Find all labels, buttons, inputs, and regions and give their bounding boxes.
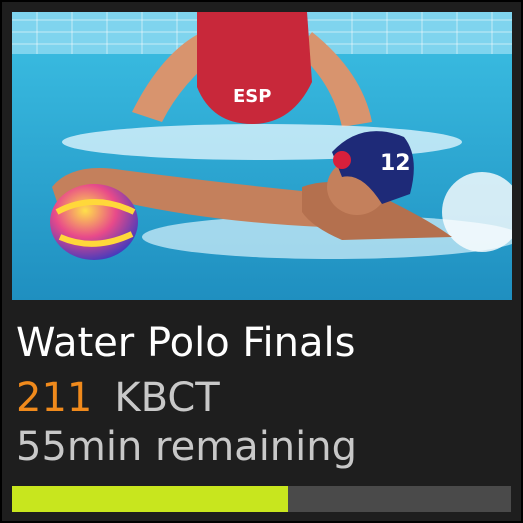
- cap-number-text: 12: [380, 151, 411, 176]
- program-title: Water Polo Finals: [16, 320, 356, 366]
- water-polo-image: ESP 12: [12, 12, 512, 300]
- time-remaining: 55min remaining: [16, 424, 358, 470]
- channel-number: 211: [16, 375, 93, 421]
- program-tile[interactable]: ESP 12 Water Polo Finals 211 KBCT 55min r…: [0, 0, 523, 523]
- channel-info: 211 KBCT: [16, 374, 220, 422]
- channel-name: KBCT: [114, 375, 220, 421]
- progress-bar-fill: [12, 486, 288, 512]
- progress-bar: [12, 486, 511, 512]
- program-thumbnail: ESP 12: [12, 12, 512, 300]
- esp-suit-text: ESP: [233, 86, 271, 107]
